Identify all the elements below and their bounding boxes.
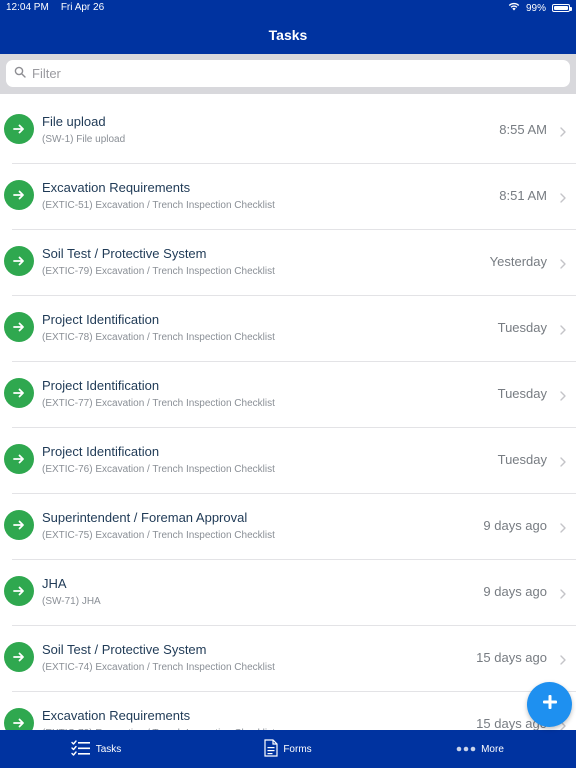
task-time: Tuesday [497,386,547,401]
table-row[interactable]: JHA (SW-71) JHA 9 days ago [0,560,576,626]
status-bar: 12:04 PM Fri Apr 26 99% [0,0,576,16]
task-title: File upload [42,114,106,129]
task-subtitle: (SW-1) File upload [42,134,126,145]
filter-input[interactable] [30,65,554,82]
arrow-right-icon [4,312,34,342]
chevron-right-icon [560,190,566,208]
table-row[interactable]: File upload (SW-1) File upload 8:55 AM [0,98,576,164]
chevron-right-icon [560,652,566,670]
table-row[interactable]: Excavation Requirements(EXTIC-73) Excava… [0,692,576,730]
task-title: Excavation Requirements [42,180,191,195]
table-row[interactable]: Project Identification (EXTIC-78) Excavat… [0,296,576,362]
task-title: Excavation Requirements [42,708,191,723]
tab-more-label: More [481,743,504,755]
table-row[interactable]: Soil Test / Protective System (EXTIC-74) … [0,626,576,692]
document-icon [264,738,278,760]
chevron-right-icon [560,322,566,340]
task-time: 9 days ago [483,584,547,599]
task-subtitle: (EXTIC-76) Excavation / Trench Inspectio… [42,464,275,475]
arrow-right-icon [4,708,34,730]
task-subtitle: (EXTIC-79) Excavation / Trench Inspectio… [42,266,275,277]
arrow-right-icon [4,642,34,672]
nav-bar: Tasks [0,16,576,54]
table-row[interactable]: Excavation Requirements (EXTIC-51) Excava… [0,164,576,230]
task-title: Soil Test / Protective System [42,642,207,657]
wifi-icon [508,2,520,14]
arrow-right-icon [4,444,34,474]
chevron-right-icon [560,256,566,274]
tab-forms[interactable]: Forms [192,730,384,768]
plus-icon [542,694,558,715]
task-subtitle: (SW-71) JHA [42,596,101,607]
status-date: Fri Apr 26 [60,2,105,13]
chevron-right-icon [560,586,566,604]
arrow-right-icon [4,378,34,408]
arrow-right-icon [4,180,34,210]
task-subtitle: (EXTIC-78) Excavation / Trench Inspectio… [42,332,275,343]
task-subtitle: (EXTIC-51) Excavation / Trench Inspectio… [42,200,275,211]
task-time: 9 days ago [483,518,547,533]
arrow-right-icon [4,114,34,144]
tab-more[interactable]: More [384,730,576,768]
chevron-right-icon [560,454,566,472]
task-title: Project Identification [42,444,160,459]
chevron-right-icon [560,520,566,538]
filter-box[interactable] [6,60,570,87]
tab-bar: Tasks Forms More [0,730,576,768]
task-time: 8:51 AM [499,188,547,203]
task-title: Soil Test / Protective System [42,246,207,261]
chevron-right-icon [560,388,566,406]
table-row[interactable]: Soil Test / Protective System (EXTIC-79) … [0,230,576,296]
table-row[interactable]: Superintendent / Foreman Approval (EXTIC-… [0,494,576,560]
add-task-button[interactable] [527,682,572,727]
table-row[interactable]: Project Identification (EXTIC-77) Excavat… [0,362,576,428]
chevron-right-icon [560,124,566,142]
battery-icon [552,4,572,12]
task-subtitle: (EXTIC-77) Excavation / Trench Inspectio… [42,398,275,409]
status-right: 99% [508,2,572,14]
task-time: 8:55 AM [499,122,547,137]
task-list[interactable]: File upload (SW-1) File upload 8:55 AM Exca… [0,98,576,730]
task-title: Project Identification [42,378,160,393]
task-time: Yesterday [489,254,547,269]
more-dots-icon [456,744,476,755]
task-time: 15 days ago [476,650,547,665]
arrow-right-icon [4,246,34,276]
tab-forms-label: Forms [283,743,312,755]
task-title: JHA [42,576,67,591]
task-title: Superintendent / Foreman Approval [42,510,248,525]
search-icon [14,65,26,83]
tab-tasks[interactable]: Tasks [0,730,192,768]
battery-fill [554,6,568,10]
arrow-right-icon [4,576,34,606]
tab-tasks-label: Tasks [95,743,122,755]
arrow-right-icon [4,510,34,540]
task-subtitle: (EXTIC-74) Excavation / Trench Inspectio… [42,662,275,673]
task-subtitle: (EXTIC-75) Excavation / Trench Inspectio… [42,530,275,541]
table-row[interactable]: Project Identification (EXTIC-76) Excavat… [0,428,576,494]
battery-percent: 99% [525,2,546,14]
task-time: Tuesday [497,452,547,467]
status-time: 12:04 PM [6,2,49,13]
task-time: Tuesday [497,320,547,335]
status-left: 12:04 PM Fri Apr 26 [6,2,104,13]
checklist-icon [71,739,91,759]
filter-area [0,54,576,94]
page-title: Tasks [268,27,308,43]
task-title: Project Identification [42,312,160,327]
